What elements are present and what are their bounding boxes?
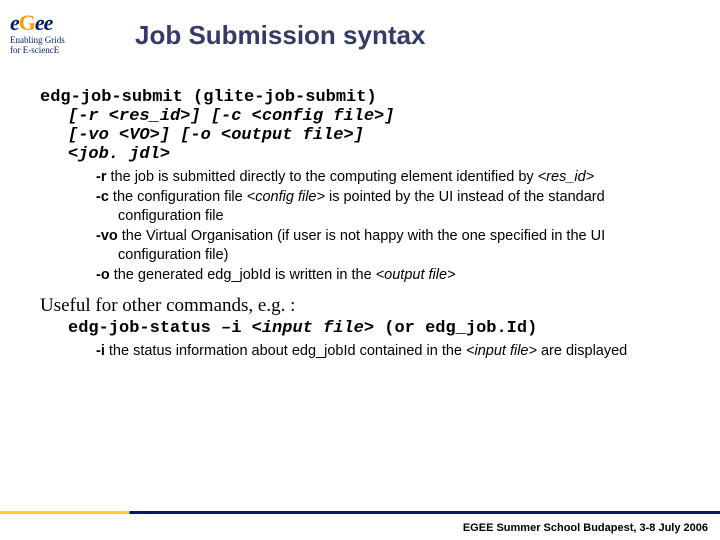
- desc-r: -r the job is submitted directly to the …: [80, 168, 690, 188]
- option-descriptions: -r the job is submitted directly to the …: [40, 164, 690, 291]
- status-description: -i the status information about edg_jobI…: [40, 338, 690, 368]
- footer-divider: [0, 510, 720, 514]
- desc-c: -c the configuration file <config file> …: [80, 188, 690, 227]
- cmd-opt1: [-r <res_id>] [-c <config file>]: [40, 107, 690, 126]
- page-title: Job Submission syntax: [135, 20, 425, 51]
- logo-tag2: for E-sciencE: [10, 46, 105, 56]
- cmd-main: edg-job-submit (glite-job-submit): [40, 88, 690, 107]
- egee-logo: eGee Enabling Grids for E-sciencE: [10, 10, 105, 70]
- cmd-jdl: <job. jdl>: [40, 145, 690, 164]
- header: eGee Enabling Grids for E-sciencE Job Su…: [0, 0, 720, 70]
- desc-i: -i the status information about edg_jobI…: [80, 342, 690, 362]
- content: edg-job-submit (glite-job-submit) [-r <r…: [0, 70, 720, 368]
- desc-vo: -vo the Virtual Organisation (if user is…: [80, 227, 690, 266]
- logo-main: eGee: [10, 10, 105, 36]
- desc-o: -o the generated edg_jobId is written in…: [80, 266, 690, 286]
- cmd-opt2: [-vo <VO>] [-o <output file>]: [40, 126, 690, 145]
- cmd-status: edg-job-status –i <input file> (or edg_j…: [40, 319, 690, 338]
- useful-heading: Useful for other commands, e.g. :: [40, 295, 690, 317]
- footer-text: EGEE Summer School Budapest, 3-8 July 20…: [463, 522, 708, 534]
